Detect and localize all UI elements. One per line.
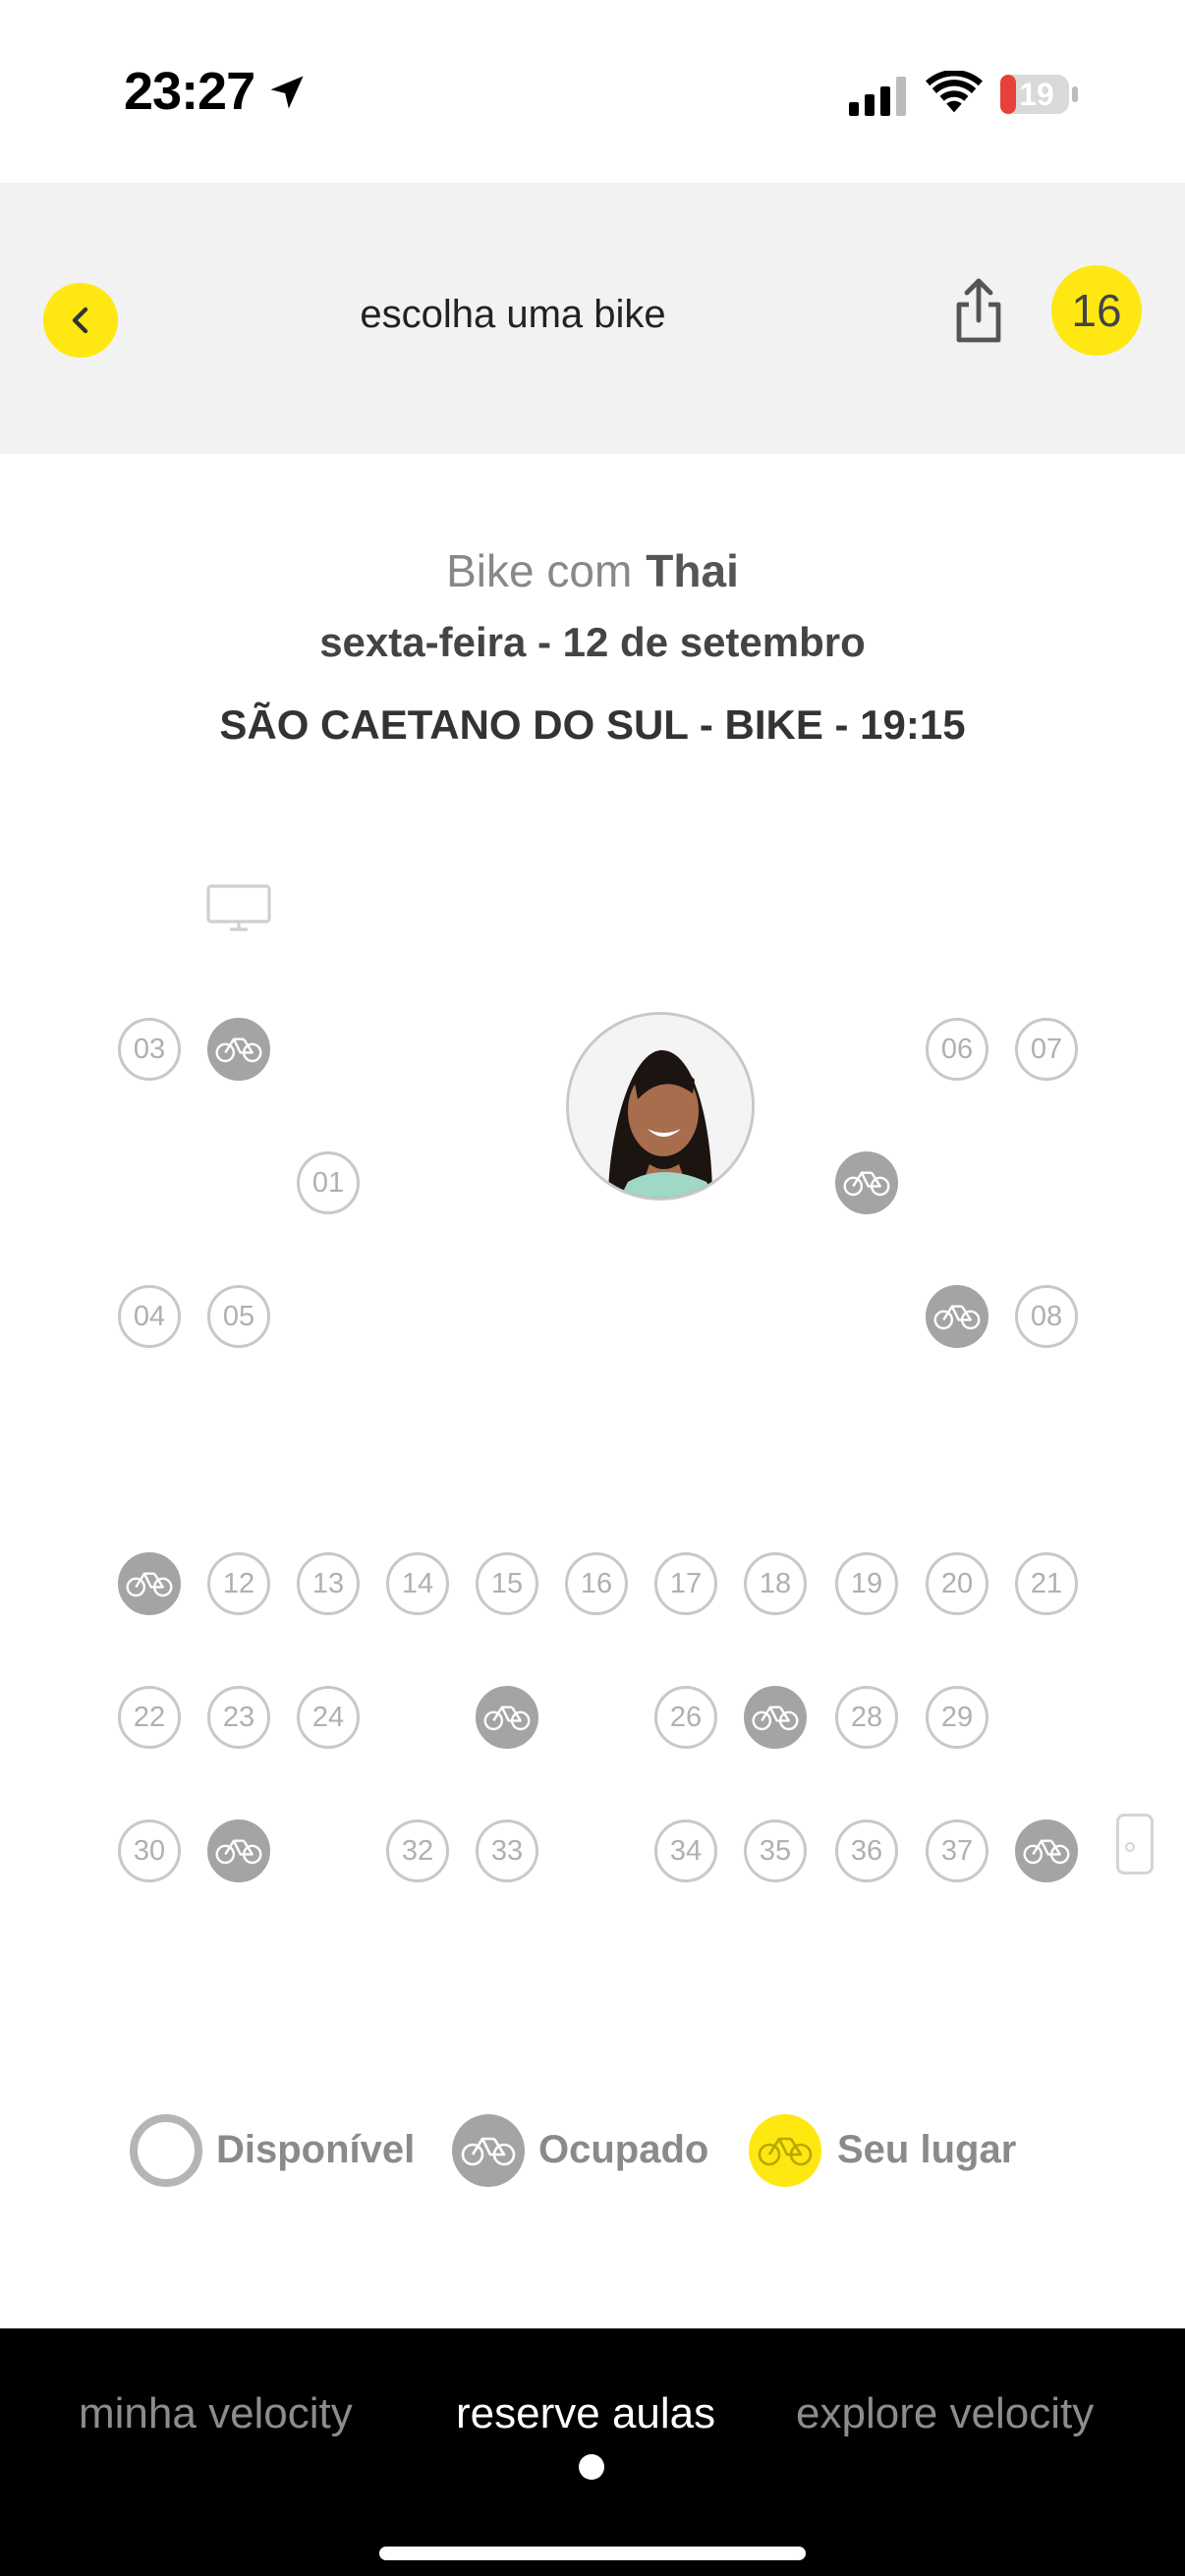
legend-mine-swatch	[749, 2114, 821, 2187]
class-prefix: Bike com	[446, 545, 633, 596]
seat-available[interactable]: 08	[1015, 1285, 1078, 1348]
legend-mine-label: Seu lugar	[837, 2128, 1017, 2171]
seat-available[interactable]: 21	[1015, 1552, 1078, 1615]
wifi-icon	[926, 71, 983, 113]
seat-occupied	[476, 1686, 538, 1749]
seat-available[interactable]: 33	[476, 1820, 538, 1882]
seat-available[interactable]: 01	[297, 1151, 360, 1214]
bike-icon	[461, 2137, 516, 2166]
bike-icon	[215, 1839, 262, 1865]
seat-available[interactable]: 24	[297, 1686, 360, 1749]
seat-available[interactable]: 06	[926, 1018, 988, 1081]
seat-available[interactable]: 22	[118, 1686, 181, 1749]
instructor-avatar	[566, 1012, 755, 1201]
location-arrow-icon	[270, 76, 304, 109]
seat-available[interactable]: 18	[744, 1552, 807, 1615]
seat-available[interactable]: 04	[118, 1285, 181, 1348]
seat-legend: Disponível Ocupado Seu lugar	[0, 2110, 1185, 2189]
legend-occupied-label: Ocupado	[538, 2128, 709, 2171]
seat-available[interactable]: 20	[926, 1552, 988, 1615]
battery-level: 19	[1019, 77, 1054, 112]
class-location: SÃO CAETANO DO SUL - BIKE - 19:15	[219, 701, 966, 748]
seat-map: 03 06 07 01 04 05 08 12 13 14 15 16 17 18 19 20 21 22 23 24…	[0, 865, 1185, 1926]
instructor-name: Thai	[646, 545, 739, 596]
active-indicator	[579, 2454, 604, 2480]
seat-available[interactable]: 13	[297, 1552, 360, 1615]
legend-available-label: Disponível	[216, 2128, 416, 2171]
seat-occupied	[207, 1018, 270, 1081]
door-icon	[1116, 1814, 1154, 1875]
seat-occupied	[207, 1820, 270, 1882]
bike-icon	[843, 1171, 890, 1197]
bike-icon	[933, 1305, 981, 1330]
page-title: escolha uma bike	[360, 293, 666, 336]
seat-occupied	[1015, 1820, 1078, 1882]
seat-available[interactable]: 29	[926, 1686, 988, 1749]
bike-icon	[483, 1706, 531, 1731]
seat-available[interactable]: 37	[926, 1820, 988, 1882]
legend-available-swatch	[130, 2114, 202, 2187]
seat-occupied	[118, 1552, 181, 1615]
home-indicator	[379, 2547, 806, 2560]
seat-available[interactable]: 12	[207, 1552, 270, 1615]
class-title: Bike com Thai	[0, 544, 1185, 597]
seat-available[interactable]: 35	[744, 1820, 807, 1882]
seat-available[interactable]: 07	[1015, 1018, 1078, 1081]
seat-available[interactable]: 14	[386, 1552, 449, 1615]
seat-occupied	[744, 1686, 807, 1749]
seat-available[interactable]: 17	[654, 1552, 717, 1615]
seat-available[interactable]: 28	[835, 1686, 898, 1749]
status-bar: 23:27 19	[0, 0, 1185, 183]
seat-available[interactable]: 19	[835, 1552, 898, 1615]
instructor-photo	[569, 1015, 752, 1198]
seat-available[interactable]: 36	[835, 1820, 898, 1882]
header: escolha uma bike 16	[0, 183, 1185, 454]
seat-available[interactable]: 16	[565, 1552, 628, 1615]
count-badge[interactable]: 16	[1051, 265, 1142, 356]
bike-icon	[752, 1706, 799, 1731]
bike-icon	[215, 1037, 262, 1063]
legend-occupied-swatch	[452, 2114, 525, 2187]
class-date: sexta-feira - 12 de setembro	[319, 619, 866, 665]
seat-available[interactable]: 34	[654, 1820, 717, 1882]
seat-available[interactable]: 23	[207, 1686, 270, 1749]
nav-minha-velocity[interactable]: minha velocity	[79, 2389, 353, 2438]
seat-available[interactable]: 05	[207, 1285, 270, 1348]
nav-explore-velocity[interactable]: explore velocity	[796, 2389, 1094, 2438]
seat-available[interactable]: 15	[476, 1552, 538, 1615]
screen-icon	[206, 884, 271, 931]
seat-occupied	[926, 1285, 988, 1348]
seat-available[interactable]: 30	[118, 1820, 181, 1882]
seat-available[interactable]: 32	[386, 1820, 449, 1882]
seat-available[interactable]: 26	[654, 1686, 717, 1749]
bike-icon	[758, 2137, 813, 2166]
share-icon[interactable]	[949, 277, 1008, 346]
seat-available[interactable]: 03	[118, 1018, 181, 1081]
status-time: 23:27	[124, 62, 255, 121]
bike-icon	[1023, 1839, 1070, 1865]
bike-icon	[126, 1572, 173, 1597]
signal-icon	[849, 77, 906, 116]
bottom-nav: minha velocity reserve aulas explore vel…	[0, 2328, 1185, 2576]
seat-occupied	[835, 1151, 898, 1214]
nav-reserve-aulas[interactable]: reserve aulas	[456, 2389, 715, 2438]
